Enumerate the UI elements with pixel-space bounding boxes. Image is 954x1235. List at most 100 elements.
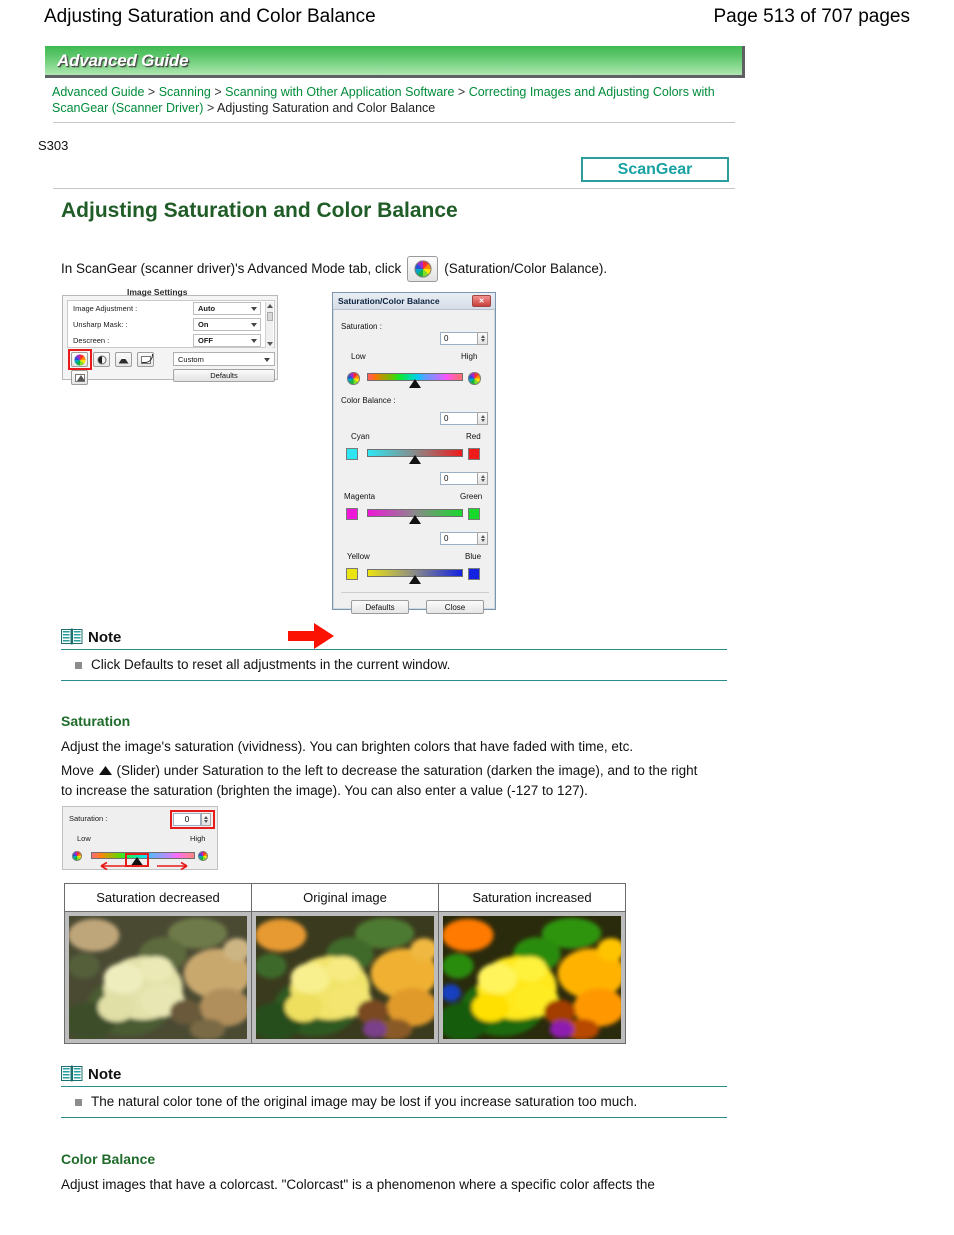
comparison-header: Original image	[252, 884, 438, 912]
chevron-down-icon	[251, 339, 257, 343]
saturation-low-label: Low	[351, 352, 366, 361]
dialog-divider	[341, 592, 489, 593]
histogram-icon[interactable]	[115, 352, 132, 367]
breadcrumb-item-4: Adjusting Saturation and Color Balance	[217, 101, 436, 115]
saturation-slider-thumb[interactable]	[409, 379, 421, 388]
breadcrumb-divider	[53, 122, 735, 123]
stepper-down-icon[interactable]	[481, 539, 485, 542]
note-header: Note	[61, 624, 727, 646]
saturation-paragraph-1: Adjust the image's saturation (vividness…	[61, 739, 634, 754]
chevron-down-icon	[251, 307, 257, 311]
breadcrumb-item-0[interactable]: Advanced Guide	[52, 85, 144, 99]
image-adjustment-dropdown[interactable]: Auto	[193, 302, 261, 315]
intro-paragraph: In ScanGear (scanner driver)'s Advanced …	[61, 256, 701, 282]
saturation-paragraph-2-after: (Slider) under Saturation to the left to…	[61, 763, 698, 798]
stepper-down-icon[interactable]	[481, 419, 485, 422]
note-item-text: Click Defaults to reset all adjustments …	[91, 657, 451, 672]
stepper-down-icon[interactable]	[481, 339, 485, 342]
stepper-up-icon[interactable]	[481, 475, 485, 478]
document-id: S303	[38, 138, 69, 153]
image-settings-scrollbar[interactable]	[265, 302, 273, 348]
saturation-value-input[interactable]: 0	[440, 332, 488, 345]
comparison-column-decreased: Saturation decreased	[65, 884, 252, 1043]
comparison-table: Saturation decreased Original image Satu…	[64, 883, 626, 1044]
flowers-original-image	[256, 916, 434, 1039]
chevron-down-icon	[264, 358, 270, 362]
cyan-red-slider-thumb[interactable]	[409, 455, 421, 464]
book-icon	[61, 628, 83, 645]
stepper-up-icon[interactable]	[481, 535, 485, 538]
row-label: Descreen :	[73, 336, 110, 345]
comparison-column-original: Original image	[252, 884, 439, 1043]
breadcrumb-separator: >	[214, 85, 222, 99]
bullet-icon	[75, 662, 82, 669]
image-settings-toolbar: Custom Defaults	[67, 349, 275, 385]
note-rule-bottom	[61, 1117, 727, 1118]
magenta-label: Magenta	[344, 492, 376, 501]
breadcrumb-item-1[interactable]: Scanning	[159, 85, 211, 99]
saturation-widget-low-wheel-icon	[72, 851, 82, 861]
advanced-guide-banner-label: Advanced Guide	[57, 51, 189, 70]
page-number: Page 513 of 707 pages	[713, 6, 910, 27]
saturation-paragraph-2: Move (Slider) under Saturation to the le…	[61, 761, 709, 800]
color-balance-label: Color Balance :	[341, 396, 396, 405]
image-settings-panel: Image Settings Image Adjustment : Auto U…	[62, 287, 278, 385]
row-label: Image Adjustment :	[73, 304, 138, 313]
scroll-down-icon[interactable]	[267, 342, 273, 346]
saturation-widget-low-label: Low	[77, 834, 91, 843]
magenta-swatch	[346, 508, 358, 520]
final-review-glyph	[74, 373, 85, 382]
tone-curve-icon[interactable]	[137, 352, 154, 367]
image-settings-row: Descreen : OFF	[68, 333, 274, 349]
saturation-label: Saturation :	[341, 322, 382, 331]
comparison-header: Saturation decreased	[65, 884, 251, 912]
magenta-green-value-input[interactable]: 0	[440, 472, 488, 485]
note-title: Note	[88, 1066, 122, 1083]
dialog-defaults-button[interactable]: Defaults	[351, 600, 409, 614]
final-review-icon[interactable]	[71, 370, 88, 385]
preset-select[interactable]: Custom	[173, 352, 275, 366]
note-rule-bottom	[61, 680, 727, 681]
saturation-stepper[interactable]	[477, 332, 488, 345]
saturation-paragraph-2-before: Move	[61, 763, 95, 778]
red-highlight-box-value	[170, 810, 215, 829]
breadcrumb-separator: >	[457, 85, 466, 99]
descreen-dropdown[interactable]: OFF	[193, 334, 261, 347]
advanced-guide-banner: Advanced Guide	[45, 46, 745, 78]
intro-text-after: (Saturation/Color Balance).	[444, 261, 608, 276]
breadcrumb-item-2[interactable]: Scanning with Other Application Software	[225, 85, 454, 99]
note-item: The natural color tone of the original i…	[61, 1087, 727, 1117]
defaults-button[interactable]: Defaults	[173, 369, 275, 382]
dialog-title-bar: Saturation/Color Balance ✕	[333, 293, 495, 310]
stepper-up-icon[interactable]	[481, 335, 485, 338]
book-icon	[61, 1065, 83, 1082]
red-swatch	[468, 448, 480, 460]
stepper-up-icon[interactable]	[481, 415, 485, 418]
scangear-badge-label: ScanGear	[617, 160, 693, 178]
yellow-blue-stepper[interactable]	[477, 532, 488, 545]
yellow-blue-value-input[interactable]: 0	[440, 532, 488, 545]
scroll-up-icon[interactable]	[267, 304, 273, 308]
yellow-blue-slider-thumb[interactable]	[409, 575, 421, 584]
green-swatch	[468, 508, 480, 520]
image-settings-row: Image Adjustment : Auto	[68, 301, 274, 317]
flowers-saturated-image	[443, 916, 621, 1039]
scrollbar-thumb[interactable]	[267, 312, 273, 321]
note-header: Note	[61, 1061, 727, 1083]
red-label: Red	[466, 432, 481, 441]
yellow-label: Yellow	[347, 552, 370, 561]
unsharp-mask-dropdown[interactable]: On	[193, 318, 261, 331]
close-icon[interactable]: ✕	[472, 295, 491, 307]
breadcrumb-separator: >	[147, 85, 156, 99]
scangear-badge: ScanGear	[581, 157, 729, 182]
magenta-green-stepper[interactable]	[477, 472, 488, 485]
green-label: Green	[460, 492, 483, 501]
brightness-contrast-icon[interactable]	[93, 352, 110, 367]
dialog-close-button[interactable]: Close	[426, 600, 484, 614]
cyan-red-stepper[interactable]	[477, 412, 488, 425]
cyan-red-value-input[interactable]: 0	[440, 412, 488, 425]
stepper-down-icon[interactable]	[481, 479, 485, 482]
red-highlight-box-thumb	[125, 853, 149, 867]
blue-swatch	[468, 568, 480, 580]
magenta-green-slider-thumb[interactable]	[409, 515, 421, 524]
